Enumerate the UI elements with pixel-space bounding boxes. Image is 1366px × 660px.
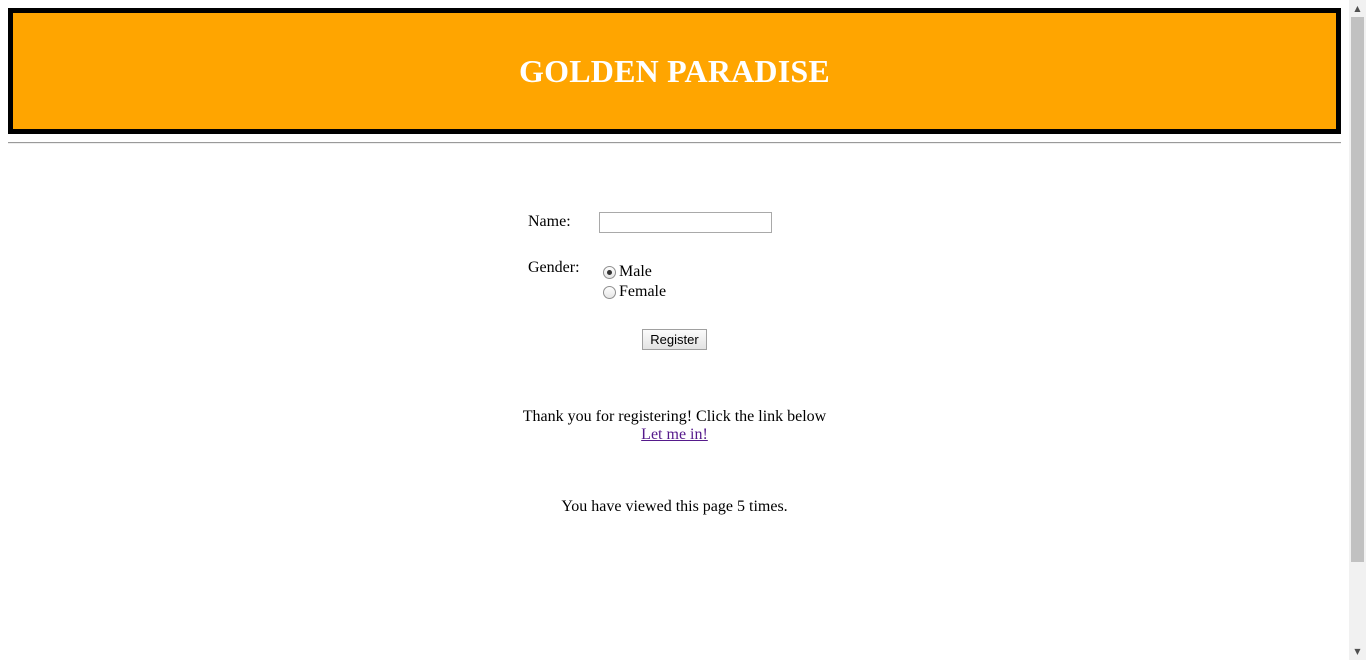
gender-option-female[interactable]: Female — [603, 283, 666, 301]
female-radio[interactable] — [603, 285, 616, 299]
let-me-in-container: Let me in! — [0, 426, 1349, 444]
view-counter: You have viewed this page 5 times. — [561, 498, 788, 515]
name-label: Name: — [528, 213, 571, 230]
name-input[interactable] — [599, 212, 772, 233]
site-title: GOLDEN PARADISE — [519, 52, 830, 89]
page: GOLDEN PARADISE Name: Gender: Male Femal… — [0, 0, 1366, 660]
male-radio-label: Male — [619, 263, 652, 280]
male-radio[interactable] — [603, 265, 616, 279]
female-radio-label: Female — [619, 283, 667, 300]
thank-you-message: Thank you for registering! Click the lin… — [522, 408, 827, 425]
scrollbar-thumb[interactable] — [1351, 17, 1364, 562]
header-banner: GOLDEN PARADISE — [8, 8, 1341, 134]
register-button[interactable]: Register — [642, 329, 707, 350]
let-me-in-link[interactable]: Let me in! — [641, 426, 708, 443]
vertical-scrollbar[interactable]: ▲ ▼ — [1349, 0, 1366, 660]
page-content: GOLDEN PARADISE Name: Gender: Male Femal… — [0, 0, 1349, 660]
scroll-down-arrow-icon[interactable]: ▼ — [1349, 643, 1366, 660]
gender-label: Gender: — [528, 259, 580, 276]
horizontal-rule — [8, 142, 1341, 144]
scroll-up-arrow-icon[interactable]: ▲ — [1349, 0, 1366, 17]
gender-option-male[interactable]: Male — [603, 263, 652, 281]
